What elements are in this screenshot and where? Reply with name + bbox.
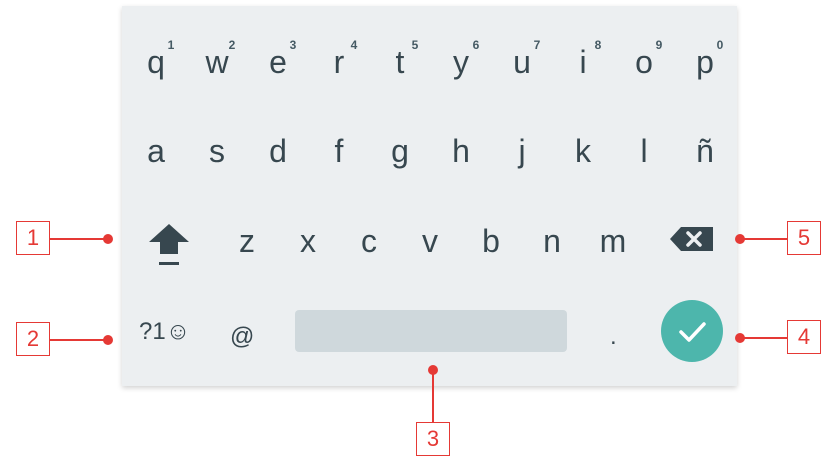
key-label: j <box>518 133 526 169</box>
callout-shift: 1 <box>16 221 50 255</box>
key-hint-0: 0 <box>716 38 724 52</box>
callout-symbols-dot <box>103 335 113 345</box>
spacebar[interactable] <box>295 310 567 352</box>
key-h[interactable]: h <box>439 121 483 181</box>
enter-button[interactable] <box>661 300 723 362</box>
key-label: z <box>239 223 255 259</box>
key-hint-1: 1 <box>167 38 175 52</box>
callout-symbols-line <box>50 339 107 341</box>
callout-shift-line <box>50 238 107 240</box>
key-x[interactable]: x <box>286 211 330 271</box>
key-hint-6: 6 <box>472 38 480 52</box>
key-i[interactable]: 8i <box>561 32 605 92</box>
key-hint-3: 3 <box>289 38 297 52</box>
key-label: k <box>575 133 591 169</box>
key-hint-5: 5 <box>411 38 419 52</box>
key-w[interactable]: 2w <box>195 32 239 92</box>
key-m[interactable]: m <box>591 211 635 271</box>
callout-enter-line <box>740 337 788 339</box>
key-s[interactable]: s <box>195 121 239 181</box>
key-label: f <box>334 133 344 169</box>
key-c[interactable]: c <box>347 211 391 271</box>
period-key[interactable]: . <box>610 317 617 357</box>
key-label: v <box>422 223 438 259</box>
key-label: m <box>599 223 627 259</box>
key-t[interactable]: 5t <box>378 32 422 92</box>
key-b[interactable]: b <box>469 211 513 271</box>
key-n[interactable]: n <box>530 211 574 271</box>
at-key[interactable]: @ <box>230 317 254 357</box>
checkmark-icon <box>679 322 706 342</box>
key-o[interactable]: 9o <box>622 32 666 92</box>
key-label: c <box>361 223 377 259</box>
key-y[interactable]: 6y <box>439 32 483 92</box>
key-hint-2: 2 <box>228 38 236 52</box>
key-label: d <box>269 133 287 169</box>
key-g[interactable]: g <box>378 121 422 181</box>
key-e[interactable]: 3e <box>256 32 300 92</box>
key-u[interactable]: 7u <box>500 32 544 92</box>
key-v[interactable]: v <box>408 211 452 271</box>
key-f[interactable]: f <box>317 121 361 181</box>
key-hint-9: 9 <box>655 38 663 52</box>
backspace-key[interactable] <box>667 224 717 254</box>
key-label: n <box>543 223 561 259</box>
key-label: g <box>391 133 409 169</box>
key-d[interactable]: d <box>256 121 300 181</box>
callout-enter: 4 <box>787 320 821 354</box>
key-q[interactable]: 1q <box>134 32 178 92</box>
key-label: x <box>300 223 316 259</box>
key-n-tilde[interactable]: ñ <box>683 121 727 181</box>
key-hint-8: 8 <box>594 38 602 52</box>
key-l[interactable]: l <box>622 121 666 181</box>
callout-space: 3 <box>416 422 450 456</box>
callout-symbols: 2 <box>16 322 50 356</box>
soft-keyboard: 1q 2w 3e 4r 5t 6y 7u 8i 9o 0p a s d f g … <box>122 6 737 386</box>
shift-arrow-icon <box>149 224 189 265</box>
shift-key[interactable] <box>146 218 192 270</box>
key-p[interactable]: 0p <box>683 32 727 92</box>
backspace-icon <box>670 227 713 251</box>
key-label: a <box>147 133 165 169</box>
key-label: ñ <box>696 133 714 169</box>
callout-backspace: 5 <box>787 221 821 255</box>
key-k[interactable]: k <box>561 121 605 181</box>
key-j[interactable]: j <box>500 121 544 181</box>
key-hint-7: 7 <box>533 38 541 52</box>
key-label: h <box>452 133 470 169</box>
key-hint-4: 4 <box>350 38 358 52</box>
key-r[interactable]: 4r <box>317 32 361 92</box>
symbols-emoji-key[interactable]: ?1☺ <box>139 312 190 352</box>
key-label: l <box>640 133 648 169</box>
callout-shift-dot <box>103 234 113 244</box>
key-label: b <box>482 223 500 259</box>
key-label: s <box>209 133 225 169</box>
key-z[interactable]: z <box>225 211 269 271</box>
callout-backspace-line <box>740 238 788 240</box>
key-a[interactable]: a <box>134 121 178 181</box>
callout-space-line <box>432 370 434 422</box>
